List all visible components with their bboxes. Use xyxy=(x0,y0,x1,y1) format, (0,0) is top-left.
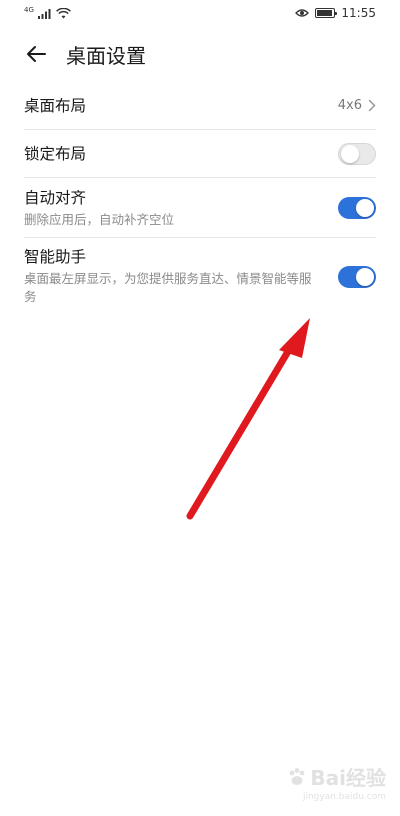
setting-text: 桌面布局 xyxy=(24,95,86,117)
toggle-knob xyxy=(356,198,374,217)
watermark-logo: Bai经验 xyxy=(286,762,386,791)
setting-text: 自动对齐 删除应用后，自动补齐空位 xyxy=(24,187,314,229)
battery-icon xyxy=(315,8,338,18)
setting-row-smart-assistant[interactable]: 智能助手 桌面最左屏显示，为您提供服务直达、情景智能等服务 xyxy=(24,238,376,316)
arrow-left-icon xyxy=(27,46,46,62)
lock-layout-toggle[interactable] xyxy=(338,142,376,165)
status-left: 4G xyxy=(24,6,71,19)
settings-list: 桌面布局 4x6 锁定布局 自动对齐 删除应用后，自动补齐空位 智能助手 桌面最… xyxy=(24,82,376,316)
watermark-text: Bai经验 xyxy=(310,766,386,790)
chevron-right-icon xyxy=(368,99,376,112)
status-bar: 4G 11:55 xyxy=(0,0,400,26)
setting-row-lock-layout[interactable]: 锁定布局 xyxy=(24,130,376,178)
back-button[interactable] xyxy=(22,40,50,68)
wifi-icon xyxy=(55,7,71,18)
setting-title: 自动对齐 xyxy=(24,188,87,207)
setting-title: 智能助手 xyxy=(24,248,87,266)
watermark-url: jingyan.baidu.com xyxy=(302,792,386,802)
clock: 11:55 xyxy=(341,6,376,20)
setting-title: 锁定布局 xyxy=(24,144,87,163)
setting-text: 智能助手 桌面最左屏显示，为您提供服务直达、情景智能等服务 xyxy=(24,246,314,306)
setting-value: 4x6 xyxy=(337,98,362,113)
setting-text: 锁定布局 xyxy=(24,143,86,165)
setting-row-auto-align[interactable]: 自动对齐 删除应用后，自动补齐空位 xyxy=(24,178,376,238)
title-bar: 桌面设置 xyxy=(0,26,400,82)
setting-title: 桌面布局 xyxy=(24,96,87,115)
smart-assistant-toggle[interactable] xyxy=(338,266,376,288)
network-type-label: 4G xyxy=(24,6,34,14)
paw-icon xyxy=(289,767,305,785)
page-title: 桌面设置 xyxy=(66,43,146,68)
setting-subtitle: 删除应用后，自动补齐空位 xyxy=(24,211,175,227)
toggle-knob xyxy=(356,268,374,286)
status-right: 11:55 xyxy=(295,6,376,20)
setting-subtitle: 桌面最左屏显示，为您提供服务直达、情景智能等服务 xyxy=(24,271,312,304)
battery-fill xyxy=(317,10,332,16)
signal-icon xyxy=(37,8,51,19)
auto-align-toggle[interactable] xyxy=(338,196,376,219)
eye-comfort-icon xyxy=(295,9,310,17)
setting-value-group: 4x6 xyxy=(338,98,376,113)
watermark: Bai经验 jingyan.baidu.com xyxy=(286,762,386,802)
screen: 4G 11:55 桌面设置 桌面布局 4x6 锁定布局 自动对齐 删除应用后，自… xyxy=(0,0,400,816)
toggle-knob xyxy=(341,144,359,163)
setting-row-layout[interactable]: 桌面布局 4x6 xyxy=(24,82,376,130)
